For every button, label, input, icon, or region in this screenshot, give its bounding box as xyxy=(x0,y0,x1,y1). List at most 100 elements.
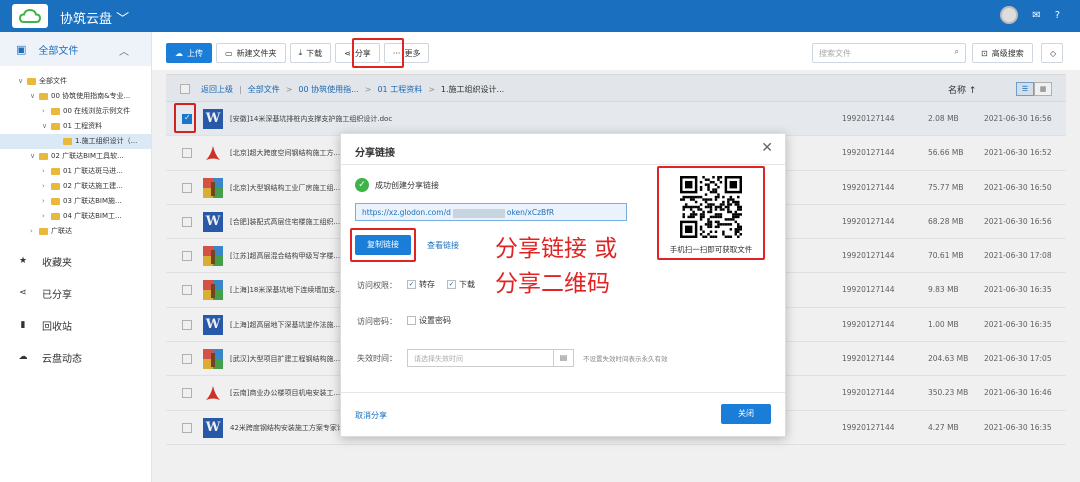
advanced-search-button[interactable]: ⊡ 高级搜索 xyxy=(972,43,1033,63)
calendar-icon[interactable]: ▤ xyxy=(553,350,573,366)
sidebar-nav: ★ 收藏夹 ⋖ 已分享 ▮ 回收站 ☁ 云盘动态 xyxy=(0,245,151,373)
tree-node[interactable]: ∨ 全部文件 xyxy=(0,74,151,89)
sidebar-nav-label: 回收站 xyxy=(42,321,72,333)
check-circle-icon: ✓ xyxy=(355,178,369,192)
view-link[interactable]: 查看链接 xyxy=(427,240,459,251)
perm-transfer-checkbox[interactable]: ✓ 转存 xyxy=(407,279,435,290)
tree-node[interactable]: ∨ 01 工程资料 xyxy=(0,119,151,134)
tree-node-label: 02 广联达BIM工具软... xyxy=(51,152,124,160)
link-prefix: https://xz.glodon.com/d xyxy=(362,208,451,217)
folder-icon xyxy=(63,137,72,145)
folder-icon xyxy=(51,107,60,115)
sidebar-nav-item[interactable]: ☁ 云盘动态 xyxy=(0,341,151,373)
tree-node[interactable]: › 00 在线浏览示例文件 xyxy=(0,104,151,119)
new-folder-button[interactable]: ▭ 新建文件夹 xyxy=(216,43,286,63)
cloud-upload-icon: ☁ xyxy=(175,48,183,58)
chevron-right-icon[interactable]: › xyxy=(30,224,39,239)
sidebar-nav-label: 收藏夹 xyxy=(42,257,72,269)
chevron-right-icon[interactable]: › xyxy=(42,209,51,224)
annotation-text: 分享链接 或 分享二维码 xyxy=(495,232,617,302)
more-label: 更多 xyxy=(404,48,421,58)
copy-button-highlight xyxy=(350,228,416,262)
tree-node-label: 全部文件 xyxy=(39,77,67,85)
tree-node[interactable]: › 广联达 xyxy=(0,224,151,239)
chevron-right-icon[interactable]: › xyxy=(42,194,51,209)
sidebar-nav-item[interactable]: ★ 收藏夹 xyxy=(0,245,151,277)
close-button-label: 关闭 xyxy=(738,409,754,418)
tree-node-label: 1.施工组织设计（... xyxy=(75,137,138,145)
chevron-down-icon[interactable]: ∨ xyxy=(30,89,39,104)
tree-node[interactable]: 1.施工组织设计（... xyxy=(0,134,151,149)
search-input[interactable]: 搜索文件 ⌕ xyxy=(812,43,966,63)
chevron-right-icon[interactable]: › xyxy=(42,164,51,179)
share-icon: ⋖ xyxy=(344,48,351,58)
success-message: ✓ 成功创建分享链接 xyxy=(355,178,439,192)
mail-icon[interactable]: ✉ xyxy=(1032,10,1040,21)
tree-node-label: 03 广联达BIM施... xyxy=(63,197,122,205)
annotation-line-2: 分享二维码 xyxy=(495,271,610,297)
expiry-placeholder: 请选择失效时间 xyxy=(414,355,463,363)
top-bar: 协筑云盘 ﹀ ✉ ? xyxy=(0,0,1080,32)
folder-icon xyxy=(51,212,60,220)
chevron-down-icon[interactable]: ∨ xyxy=(18,74,27,89)
tag-button[interactable]: ◇ xyxy=(1041,43,1063,63)
share-icon: ⋖ xyxy=(19,288,27,298)
folder-icon xyxy=(39,92,48,100)
sidebar-head-label: 全部文件 xyxy=(38,45,79,57)
sidebar-nav-item[interactable]: ⋖ 已分享 xyxy=(0,277,151,309)
tree-node[interactable]: › 04 广联达BIM工... xyxy=(0,209,151,224)
expiry-hint: 不设置失效时间表示永久有效 xyxy=(583,355,668,363)
perm-download-checkbox[interactable]: ✓ 下载 xyxy=(447,279,475,290)
app-logo[interactable] xyxy=(12,4,48,28)
upload-label: 上传 xyxy=(187,48,203,58)
share-link-field[interactable]: https://xz.glodon.com/d oken/xCzBfR xyxy=(355,203,627,221)
chevron-up-icon[interactable]: ︿ xyxy=(119,43,129,58)
tree-node[interactable]: › 01 广联达斑马进... xyxy=(0,164,151,179)
avatar[interactable] xyxy=(1000,6,1019,24)
sidebar-all-files[interactable]: ▣ 全部文件 ︿ xyxy=(0,32,151,66)
tree-node[interactable]: › 02 广联达施工建... xyxy=(0,179,151,194)
cloud-logo-icon xyxy=(19,8,41,23)
chevron-right-icon[interactable]: › xyxy=(42,104,51,119)
perm-download-label: 下载 xyxy=(459,280,475,289)
advanced-search-label: 高级搜索 xyxy=(991,48,1024,58)
tree-node-label: 04 广联达BIM工... xyxy=(63,212,122,220)
set-password-label: 设置密码 xyxy=(419,316,451,325)
tree-node[interactable]: › 03 广联达BIM施... xyxy=(0,194,151,209)
download-label: 下载 xyxy=(306,48,323,58)
set-password-checkbox[interactable]: 设置密码 xyxy=(407,315,451,326)
chevron-right-icon[interactable]: › xyxy=(42,179,51,194)
chevron-down-icon[interactable]: ∨ xyxy=(42,119,51,134)
download-icon: ⤓ xyxy=(298,48,303,57)
tree-node-label: 广联达 xyxy=(51,227,72,235)
help-icon[interactable]: ? xyxy=(1055,10,1060,21)
download-button[interactable]: ⤓ 下载 xyxy=(289,43,332,63)
tree-node[interactable]: ∨ 02 广联达BIM工具软... xyxy=(0,149,151,164)
folder-icon xyxy=(39,227,48,235)
permission-label: 访问权限： xyxy=(357,281,397,290)
link-redaction xyxy=(452,208,505,218)
sidebar: ▣ 全部文件 ︿ ∨ 全部文件 ∨ 00 协筑使用指南&专业... › 00 在线浏览示例… xyxy=(0,32,152,482)
upload-button[interactable]: ☁ 上传 xyxy=(166,43,212,63)
dialog-title: 分享链接 xyxy=(355,148,395,159)
close-button[interactable]: 关闭 xyxy=(721,404,771,424)
expiry-label: 失效时间： xyxy=(357,354,397,363)
tree-node[interactable]: ∨ 00 协筑使用指南&专业... xyxy=(0,89,151,104)
expiry-date-input[interactable]: 请选择失效时间 ▤ xyxy=(407,349,574,367)
tree-node-label: 00 协筑使用指南&专业... xyxy=(51,92,131,100)
tree-node-label: 00 在线浏览示例文件 xyxy=(63,107,131,115)
close-icon[interactable]: ✕ xyxy=(761,140,773,156)
tree-node-label: 01 工程资料 xyxy=(63,122,103,130)
folder-icon xyxy=(51,167,60,175)
sidebar-nav-label: 云盘动态 xyxy=(42,353,82,365)
search-icon[interactable]: ⌕ xyxy=(955,47,959,57)
checkbox-checked-icon: ✓ xyxy=(407,280,416,289)
folder-icon xyxy=(51,122,60,130)
cancel-share-link[interactable]: 取消分享 xyxy=(355,410,387,421)
folder-icon xyxy=(51,182,60,190)
folder-icon xyxy=(27,77,36,85)
sidebar-nav-item[interactable]: ▮ 回收站 xyxy=(0,309,151,341)
app-title[interactable]: 协筑云盘 ﹀ xyxy=(60,8,129,27)
perm-transfer-label: 转存 xyxy=(419,280,435,289)
chevron-down-icon[interactable]: ∨ xyxy=(30,149,39,164)
